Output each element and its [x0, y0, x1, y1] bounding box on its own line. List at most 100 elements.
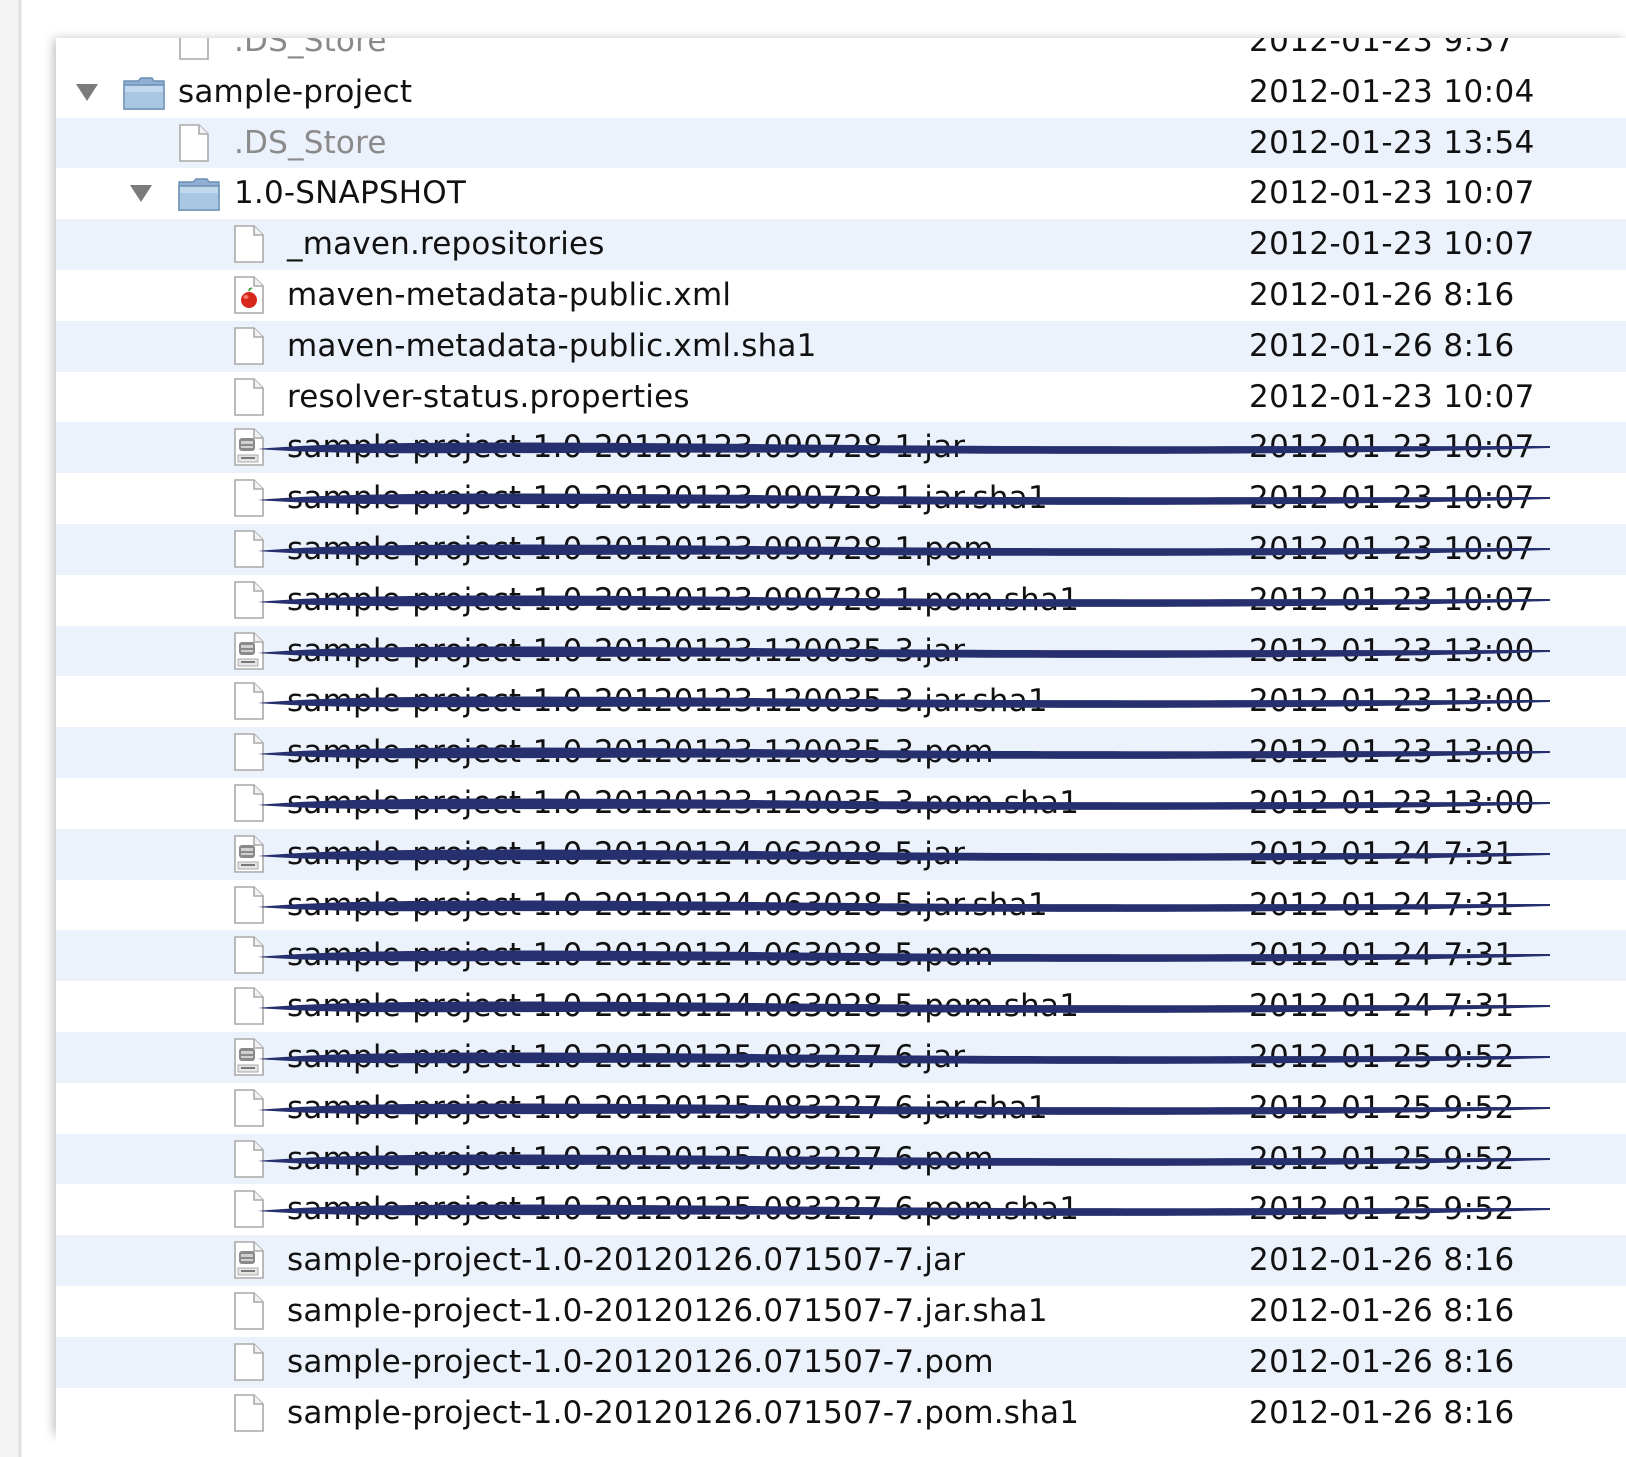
- jar-file-icon: [232, 631, 266, 674]
- date-modified: 2012-01-26 8:16: [1249, 1292, 1515, 1329]
- file-row[interactable]: sample-project-1.0-20120126.071507-7.pom…: [56, 1336, 1626, 1388]
- file-row[interactable]: sample-project-1.0-20120123.120035-3.pom…: [56, 727, 1626, 778]
- date-modified: 2012-01-25 9:52: [1249, 1038, 1515, 1075]
- disclosure-triangle-icon[interactable]: [76, 83, 98, 101]
- date-modified: 2012-01-23 10:04: [1249, 73, 1535, 110]
- file-name: maven-metadata-public.xml.sha1: [287, 327, 817, 364]
- file-name: sample-project-1.0-20120125.083227-6.pom…: [287, 1191, 1080, 1228]
- file-row[interactable]: sample-project-1.0-20120124.063028-5.pom…: [56, 981, 1626, 1032]
- file-row[interactable]: sample-project-1.0-20120126.071507-7.jar…: [56, 1286, 1626, 1337]
- file-name: .DS_Store: [234, 124, 387, 161]
- file-name: sample-project-1.0-20120123.120035-3.jar…: [287, 683, 1048, 720]
- document-icon: [232, 733, 266, 775]
- file-name: maven-metadata-public.xml: [287, 276, 732, 313]
- date-modified: 2012-01-25 9:52: [1249, 1089, 1515, 1126]
- file-list[interactable]: .DS_Store 2012-01-23 9:37 sample-project 20…: [56, 38, 1626, 1433]
- file-row[interactable]: .DS_Store 2012-01-23 9:37: [56, 38, 1626, 67]
- file-row[interactable]: sample-project-1.0-20120125.083227-6.pom…: [56, 1184, 1626, 1235]
- document-icon: [232, 1139, 266, 1182]
- disclosure-triangle-icon[interactable]: [130, 185, 152, 203]
- file-name: sample-project-1.0-20120123.120035-3.jar: [287, 632, 966, 669]
- file-row[interactable]: sample-project 2012-01-23 10:04: [56, 67, 1626, 118]
- document-icon: [232, 225, 266, 267]
- file-name: 1.0-SNAPSHOT: [234, 175, 466, 212]
- document-icon: [232, 784, 266, 826]
- date-modified: 2012-01-26 8:16: [1249, 1343, 1515, 1380]
- date-modified: 2012-01-23 13:54: [1249, 124, 1535, 161]
- date-modified: 2012-01-26 8:16: [1249, 1394, 1515, 1431]
- date-modified: 2012-01-23 13:00: [1249, 734, 1535, 771]
- file-name: sample-project-1.0-20120125.083227-6.jar: [287, 1038, 966, 1075]
- file-name: _maven.repositories: [287, 226, 605, 263]
- date-modified: 2012-01-24 7:31: [1249, 988, 1515, 1025]
- document-icon: [232, 987, 266, 1029]
- folder-icon: [177, 176, 221, 216]
- file-row[interactable]: sample-project-1.0-20120124.063028-5.jar…: [56, 828, 1626, 880]
- document-icon: [232, 682, 266, 724]
- file-name: resolver-status.properties: [287, 378, 690, 415]
- jar-file-icon: [232, 428, 266, 470]
- screenshot-page: .DS_Store 2012-01-23 9:37 sample-project 20…: [0, 0, 1626, 1457]
- date-modified: 2012-01-23 10:07: [1249, 378, 1535, 415]
- document-icon: [232, 1190, 266, 1232]
- file-row[interactable]: sample-project-1.0-20120124.063028-5.pom…: [56, 930, 1626, 982]
- file-row[interactable]: sample-project-1.0-20120123.090728-1.pom…: [56, 523, 1626, 575]
- date-modified: 2012-01-23 10:07: [1249, 581, 1535, 618]
- file-name: sample-project-1.0-20120124.063028-5.pom…: [287, 988, 1080, 1025]
- date-modified: 2012-01-25 9:52: [1249, 1140, 1515, 1177]
- date-modified: 2012-01-26 8:16: [1249, 327, 1515, 364]
- file-name: sample-project-1.0-20120126.071507-7.pom: [287, 1343, 994, 1380]
- file-row[interactable]: 1.0-SNAPSHOT 2012-01-23 10:07: [56, 168, 1626, 219]
- file-name: sample-project-1.0-20120126.071507-7.jar…: [287, 1292, 1048, 1329]
- file-name: sample-project-1.0-20120123.090728-1.pom…: [287, 581, 1080, 618]
- document-icon: [177, 123, 211, 166]
- file-name: sample-project-1.0-20120124.063028-5.jar…: [287, 886, 1048, 923]
- date-modified: 2012-01-25 9:52: [1249, 1191, 1515, 1228]
- file-name: sample-project-1.0-20120126.071507-7.jar: [287, 1242, 966, 1279]
- finder-list-window: .DS_Store 2012-01-23 9:37 sample-project 20…: [56, 38, 1626, 1433]
- file-name: sample-project-1.0-20120125.083227-6.jar…: [287, 1089, 1048, 1126]
- folder-icon: [122, 75, 166, 115]
- document-icon: [232, 885, 266, 928]
- file-row[interactable]: maven-metadata-public.xml 2012-01-26 8:16: [56, 270, 1626, 321]
- date-modified: 2012-01-23 13:00: [1249, 784, 1535, 821]
- file-row[interactable]: sample-project-1.0-20120123.090728-1.jar…: [56, 422, 1626, 474]
- date-modified: 2012-01-26 8:16: [1249, 276, 1515, 313]
- file-row[interactable]: sample-project-1.0-20120125.083227-6.jar…: [56, 1031, 1626, 1083]
- date-modified: 2012-01-23 13:00: [1249, 632, 1535, 669]
- date-modified: 2012-01-23 10:07: [1249, 480, 1535, 517]
- file-row[interactable]: sample-project-1.0-20120123.120035-3.jar…: [56, 625, 1626, 677]
- document-icon: [232, 377, 266, 420]
- document-icon: [232, 936, 266, 978]
- date-modified: 2012-01-24 7:31: [1249, 937, 1515, 974]
- date-modified: 2012-01-23 9:37: [1249, 38, 1515, 59]
- file-row[interactable]: sample-project-1.0-20120123.090728-1.pom…: [56, 575, 1626, 626]
- file-row[interactable]: sample-project-1.0-20120125.083227-6.pom…: [56, 1133, 1626, 1185]
- file-name: sample-project-1.0-20120123.090728-1.jar…: [287, 480, 1048, 517]
- file-name: sample-project-1.0-20120125.083227-6.pom: [287, 1140, 994, 1177]
- file-row[interactable]: sample-project-1.0-20120123.090728-1.jar…: [56, 473, 1626, 524]
- date-modified: 2012-01-26 8:16: [1249, 1242, 1515, 1279]
- file-row[interactable]: sample-project-1.0-20120123.120035-3.pom…: [56, 778, 1626, 829]
- jar-file-icon: [232, 1038, 266, 1080]
- file-row[interactable]: sample-project-1.0-20120126.071507-7.pom…: [56, 1388, 1626, 1433]
- file-row[interactable]: sample-project-1.0-20120124.063028-5.jar…: [56, 880, 1626, 931]
- file-name: sample-project-1.0-20120123.090728-1.jar: [287, 429, 966, 466]
- file-row[interactable]: maven-metadata-public.xml.sha1 2012-01-26…: [56, 320, 1626, 372]
- file-row[interactable]: sample-project-1.0-20120123.120035-3.jar…: [56, 676, 1626, 727]
- file-row[interactable]: sample-project-1.0-20120125.083227-6.jar…: [56, 1083, 1626, 1134]
- file-name: sample-project: [178, 73, 413, 110]
- document-icon: [177, 38, 211, 64]
- file-row[interactable]: _maven.repositories 2012-01-23 10:07: [56, 219, 1626, 270]
- file-row[interactable]: resolver-status.properties 2012-01-23 10:…: [56, 372, 1626, 423]
- document-icon: [232, 479, 266, 521]
- file-name: .DS_Store: [234, 38, 387, 59]
- file-name: sample-project-1.0-20120126.071507-7.pom…: [287, 1394, 1080, 1431]
- jar-file-icon: [232, 834, 266, 877]
- date-modified: 2012-01-24 7:31: [1249, 886, 1515, 923]
- file-name: sample-project-1.0-20120123.090728-1.pom: [287, 530, 994, 567]
- file-row[interactable]: sample-project-1.0-20120126.071507-7.jar…: [56, 1235, 1626, 1286]
- file-row[interactable]: .DS_Store 2012-01-23 13:54: [56, 117, 1626, 169]
- document-icon: [232, 580, 266, 623]
- file-name: sample-project-1.0-20120123.120035-3.pom: [287, 734, 994, 771]
